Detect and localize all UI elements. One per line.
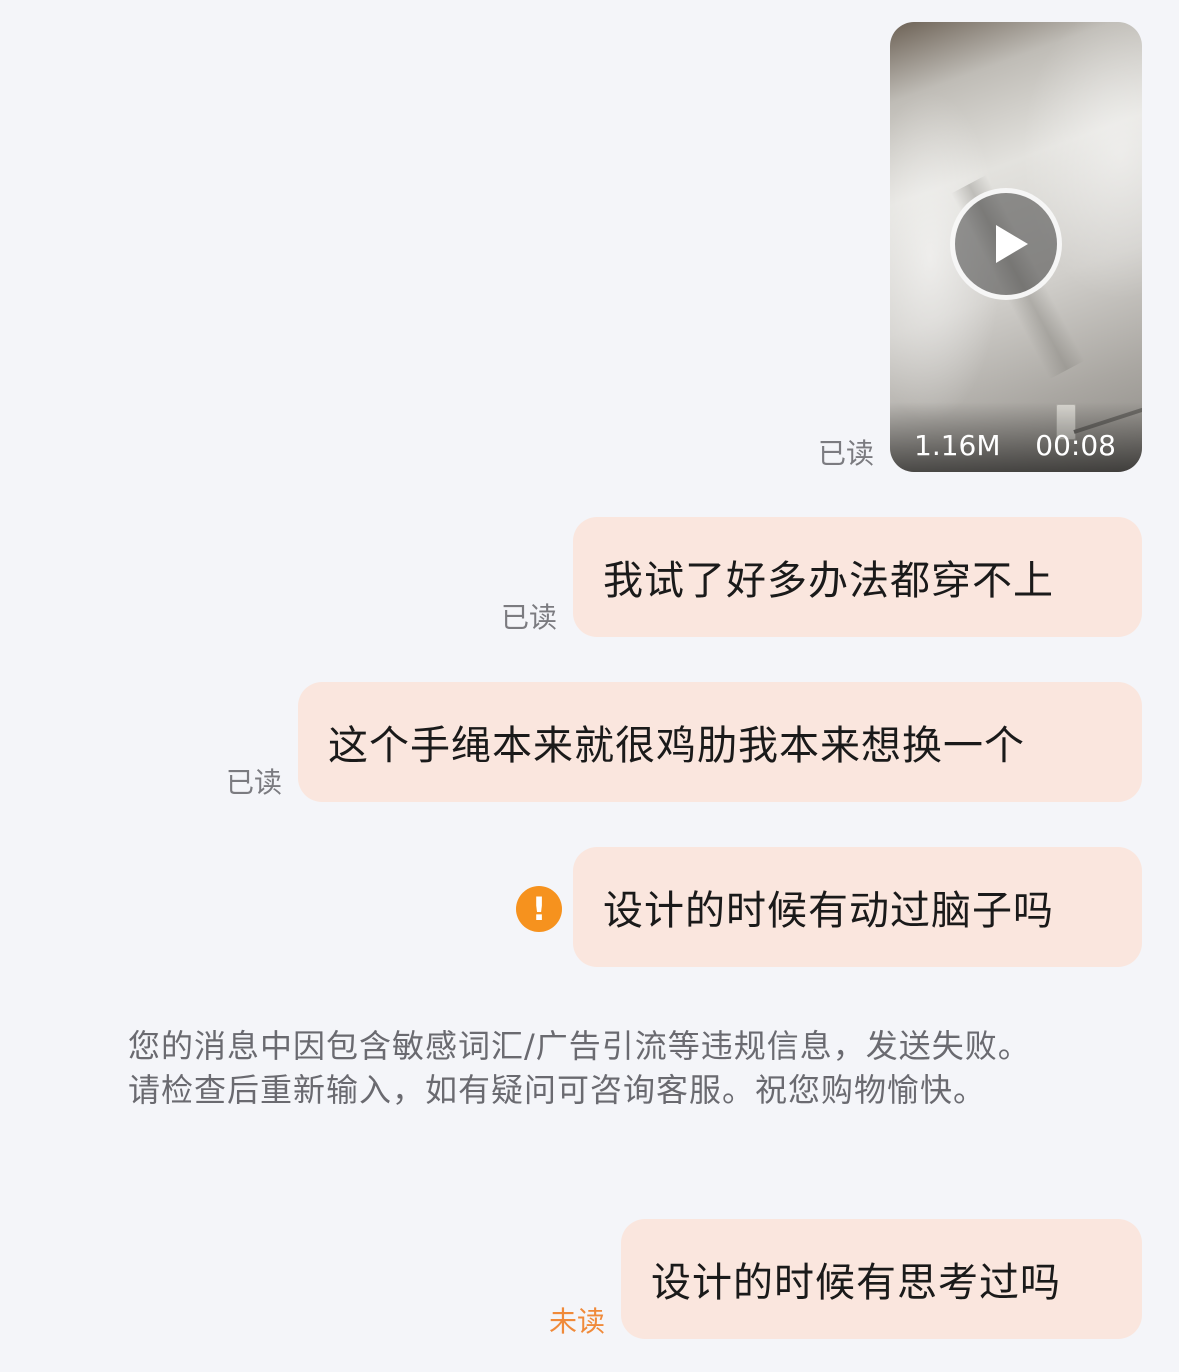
read-status: 已读 [226, 766, 283, 799]
video-duration: 00:08 [1035, 429, 1116, 462]
message-text: 我试了好多办法都穿不上 [603, 558, 1054, 604]
message-bubble[interactable]: 我试了好多办法都穿不上 [573, 517, 1142, 637]
read-status: 已读 [501, 601, 558, 634]
play-triangle [996, 225, 1028, 263]
message-bubble[interactable]: 设计的时候有思考过吗 [621, 1219, 1142, 1339]
chat-area: 已读 1.16M 00:08 已读 我试了好多办法都穿不上 已读 这个手绳本来就… [0, 0, 1179, 1372]
message-text: 这个手绳本来就很鸡肋我本来想换一个 [328, 723, 1025, 769]
message-text: 设计的时候有思考过吗 [651, 1260, 1061, 1306]
video-message[interactable]: 1.16M 00:08 [890, 22, 1142, 472]
warning-glyph: ! [531, 890, 547, 928]
message-bubble[interactable]: 这个手绳本来就很鸡肋我本来想换一个 [298, 682, 1142, 802]
video-file-size: 1.16M [914, 429, 1001, 462]
play-icon[interactable] [950, 188, 1062, 300]
system-notice: 您的消息中因包含敏感词汇/广告引流等违规信息，发送失败。请检查后重新输入，如有疑… [128, 1027, 1031, 1109]
message-text: 设计的时候有动过脑子吗 [603, 888, 1054, 934]
warning-icon[interactable]: ! [516, 886, 562, 932]
message-bubble-failed[interactable]: 设计的时候有动过脑子吗 [573, 847, 1142, 967]
unread-status: 未读 [549, 1305, 606, 1338]
read-status: 已读 [818, 437, 875, 470]
